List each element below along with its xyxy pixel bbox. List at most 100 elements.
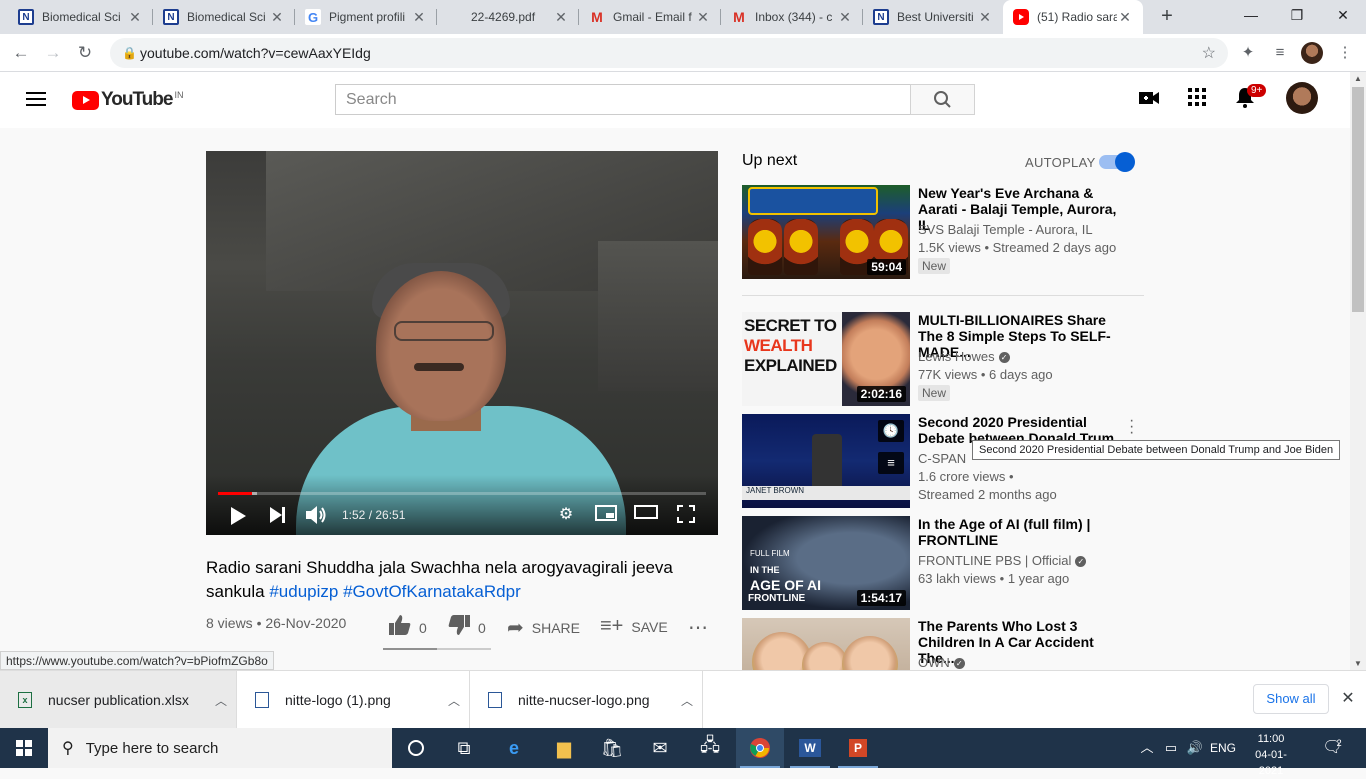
store-icon[interactable]: 🛍 [588,728,636,768]
network-app-icon[interactable]: 🖧 [686,728,734,768]
add-to-queue-icon[interactable]: ≡ [878,452,904,474]
video-thumbnail[interactable]: JANET BROWN 🕓 ≡ [742,414,910,508]
page-scrollbar[interactable]: ▲ ▼ [1350,72,1366,670]
save-button[interactable]: ≡+ SAVE [600,615,668,638]
start-button[interactable] [0,728,48,768]
channel-name[interactable]: SVS Balaji Temple - Aurora, IL [918,222,1093,237]
recommended-video[interactable]: JANET BROWN 🕓 ≡ Second 2020 Presidential… [742,414,1144,508]
recommended-title[interactable]: In the Age of AI (full film) | FRONTLINE [918,516,1128,548]
browser-tab-active[interactable]: (51) Radio sara ✕ [1003,0,1143,34]
task-view-icon[interactable]: ⧉ [440,728,488,768]
miniplayer-icon[interactable] [594,505,618,525]
show-hidden-icons-chevron-icon[interactable]: ︿ [1138,728,1156,768]
hashtag-link[interactable]: #GovtOfKarnatakaRdpr [343,582,521,601]
action-center-icon[interactable]: 🗨2 [1318,728,1352,768]
chevron-up-icon[interactable]: ︿ [672,692,702,709]
dislike-button[interactable]: 0 [448,615,486,641]
download-item[interactable]: nitte-logo (1).png ︿ [237,671,470,729]
more-options-icon[interactable]: · · · [1129,413,1135,441]
edge-icon[interactable]: e [490,728,538,768]
video-thumbnail[interactable] [742,618,910,670]
recommended-video[interactable]: FULL FILM IN THE AGE OF AI FRONTLINE 1:54:… [742,516,1144,610]
maximize-icon[interactable]: ❐ [1274,0,1320,30]
hamburger-menu-icon[interactable] [26,92,46,106]
channel-name[interactable]: C-SPAN [918,451,966,466]
close-tab-icon[interactable]: ✕ [1117,9,1133,26]
back-arrow-icon[interactable]: ← [8,40,34,66]
close-tab-icon[interactable]: ✕ [837,9,853,26]
like-button[interactable]: 0 [389,615,427,641]
profile-avatar[interactable] [1301,42,1323,64]
close-download-shelf-icon[interactable]: ✕ [1338,688,1358,708]
reload-icon[interactable]: ↻ [72,40,98,66]
settings-gear-icon[interactable]: ⚙ [554,505,578,525]
language-indicator[interactable]: ENG [1208,728,1238,768]
channel-name[interactable]: OWN ✓ [918,655,965,670]
file-explorer-icon[interactable]: ▆ [540,728,588,768]
watch-later-clock-icon[interactable]: 🕓 [878,420,904,442]
close-tab-icon[interactable]: ✕ [411,9,427,26]
forward-arrow-icon[interactable]: → [40,40,66,66]
media-control-icon[interactable]: ≡ [1269,42,1291,64]
video-player[interactable]: 1:52 / 26:51 ⚙ [206,151,718,535]
taskbar-clock[interactable]: 11:00 04-01-2021 [1246,731,1296,779]
download-item[interactable]: nitte-nucser-logo.png ︿ [470,671,703,729]
mail-icon[interactable]: ✉ [636,728,684,768]
hashtag-link[interactable]: #udupizp [269,582,338,601]
youtube-logo[interactable]: YouTube IN [72,89,183,111]
close-window-icon[interactable]: ✕ [1320,0,1366,30]
recommended-video[interactable]: The Parents Who Lost 3 Children In A Car… [742,618,1144,670]
recommended-video[interactable]: 59:04 New Year's Eve Archana & Aarati - … [742,185,1144,285]
more-actions-icon[interactable]: ⋯ [688,615,708,640]
address-bar[interactable]: 🔒 youtube.com/watch?v=cewAaxYEIdg ☆ [110,38,1228,68]
chrome-icon[interactable] [736,728,784,768]
fullscreen-icon[interactable] [674,505,698,525]
show-all-downloads-button[interactable]: Show all [1253,684,1329,714]
taskbar-search-input[interactable]: ⚲ Type here to search [48,728,392,768]
chevron-up-icon[interactable]: ︿ [439,692,469,709]
browser-tab[interactable]: N Biomedical Sci ✕ [153,0,295,34]
network-icon[interactable]: ▭ [1160,728,1182,768]
play-icon[interactable] [231,507,246,525]
theater-mode-icon[interactable] [634,505,658,525]
progress-bar[interactable] [218,492,706,495]
close-tab-icon[interactable]: ✕ [977,9,993,26]
browser-tab[interactable]: N Best Universiti ✕ [863,0,1003,34]
browser-tab[interactable]: G Pigment profili ✕ [295,0,437,34]
close-tab-icon[interactable]: ✕ [127,9,143,26]
browser-tab[interactable]: N Biomedical Sci ✕ [8,0,153,34]
channel-name[interactable]: FRONTLINE PBS | Official ✓ [918,553,1087,568]
browser-tab[interactable]: 22-4269.pdf ✕ [437,0,579,34]
new-tab-icon[interactable]: + [1155,5,1179,29]
video-thumbnail[interactable]: SECRET TO WEALTH EXPLAINED 2:02:16 [742,312,910,406]
account-avatar[interactable] [1286,82,1318,114]
volume-tray-icon[interactable]: 🔊 [1184,728,1206,768]
video-thumbnail[interactable]: 59:04 [742,185,910,279]
browser-tab[interactable]: M Inbox (344) - c ✕ [721,0,863,34]
close-tab-icon[interactable]: ✕ [269,9,285,26]
close-tab-icon[interactable]: ✕ [553,9,569,26]
search-input[interactable]: Search [335,84,911,115]
cortana-icon[interactable] [392,728,440,768]
share-button[interactable]: ➦ SHARE [507,615,580,640]
extensions-icon[interactable]: ✦ [1237,42,1259,64]
scrollbar-thumb[interactable] [1352,87,1364,312]
download-item[interactable]: x nucser publication.xlsx ︿ [0,671,237,729]
close-tab-icon[interactable]: ✕ [695,9,711,26]
volume-icon[interactable] [306,505,330,525]
recommended-video[interactable]: SECRET TO WEALTH EXPLAINED 2:02:16 MULTI-B… [742,312,1144,406]
apps-grid-icon[interactable] [1185,88,1209,112]
bookmark-star-icon[interactable]: ☆ [1202,43,1216,63]
minimize-icon[interactable]: — [1228,0,1274,30]
chevron-up-icon[interactable]: ︿ [206,692,236,709]
word-icon[interactable]: W [786,728,834,768]
video-thumbnail[interactable]: FULL FILM IN THE AGE OF AI FRONTLINE 1:54:… [742,516,910,610]
create-video-icon[interactable] [1137,88,1161,112]
search-button[interactable] [910,84,975,115]
browser-tab[interactable]: M Gmail - Email f ✕ [579,0,721,34]
chrome-menu-icon[interactable]: ⋮ [1334,42,1356,64]
next-video-icon[interactable] [270,507,285,523]
powerpoint-icon[interactable]: P [834,728,882,768]
autoplay-toggle[interactable] [1099,152,1135,172]
channel-name[interactable]: Lewis Howes ✓ [918,349,1010,364]
